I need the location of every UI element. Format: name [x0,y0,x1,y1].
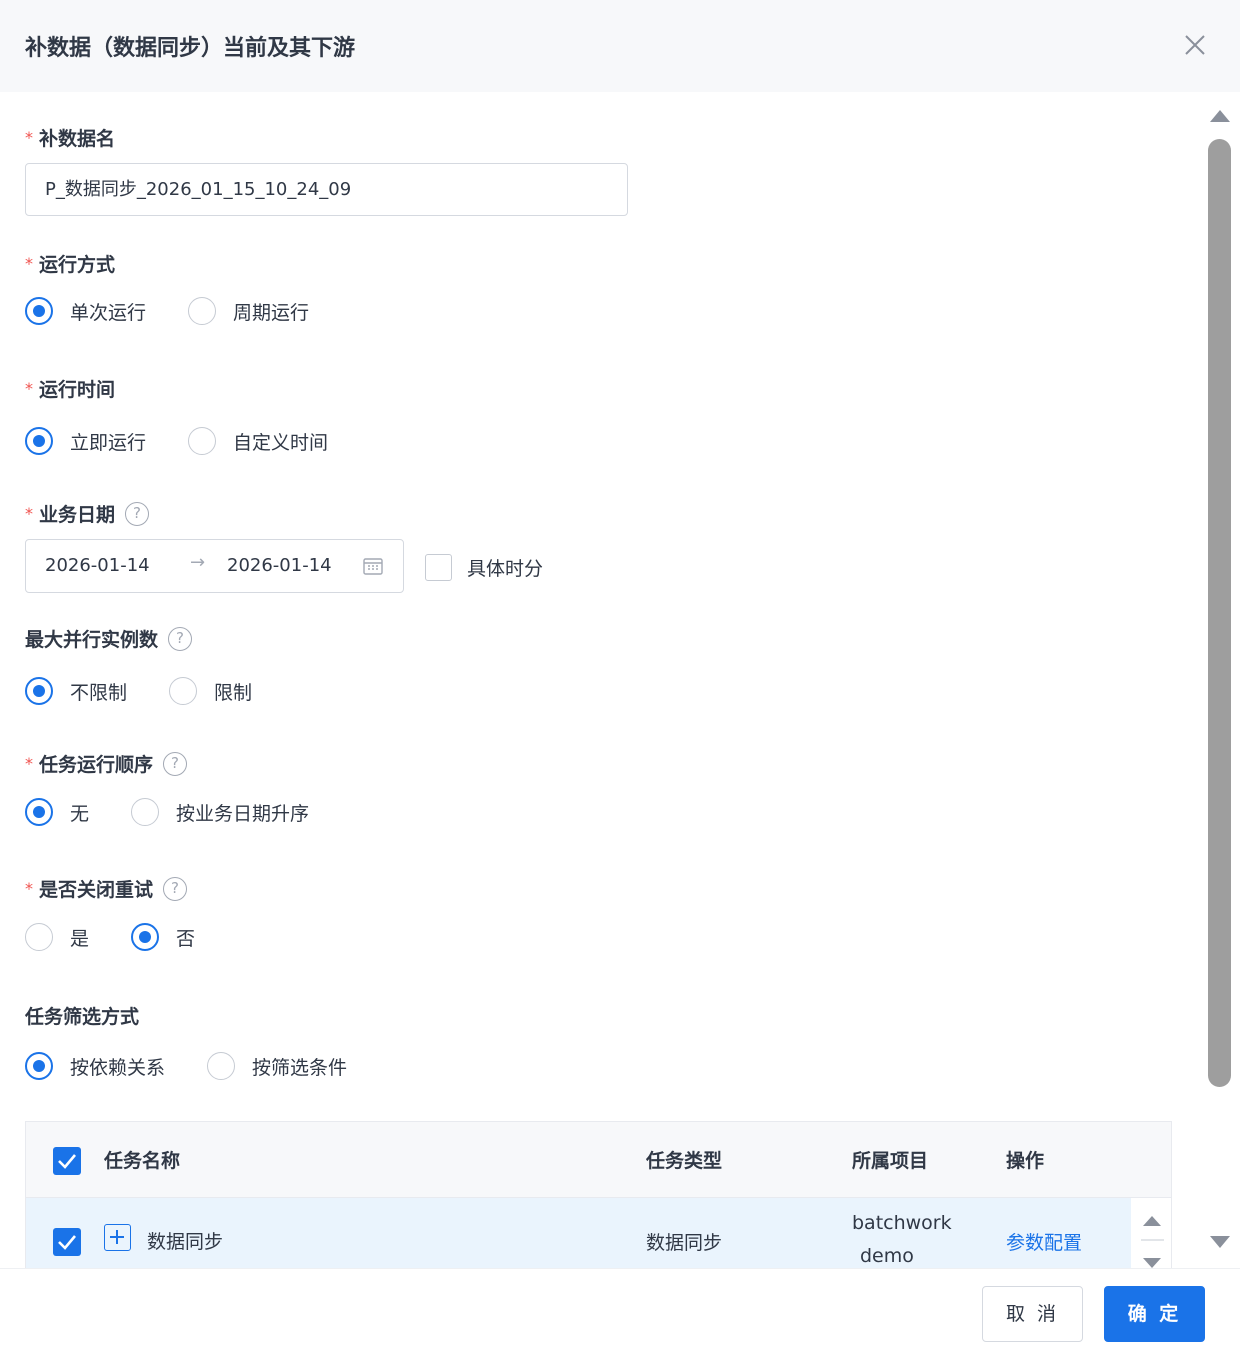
required-mark: * [25,254,33,273]
param-config-link[interactable]: 参数配置 [1006,1228,1082,1255]
filter-mode-label: 任务筛选方式 [25,1006,140,1028]
backfill-name-input[interactable]: P_数据同步_2026_01_15_10_24_09 [25,163,628,216]
table-header: 任务名称 任务类型 所属项目 操作 [26,1122,1171,1198]
scrollbar-thumb[interactable] [1208,139,1231,1087]
scroll-down-icon[interactable] [1208,1234,1232,1250]
calendar-icon[interactable] [363,557,383,575]
required-mark: * [25,128,33,147]
dialog-header: 补数据（数据同步）当前及其下游 [0,0,1240,92]
radio-limited[interactable]: 限制 [169,677,252,705]
dialog-footer: 取 消 确 定 [0,1268,1240,1358]
radio-run-now[interactable]: 立即运行 [25,427,146,455]
biz-date-range-picker[interactable]: 2026-01-14 → 2026-01-14 [25,539,404,593]
row-project-line2: demo [860,1245,914,1267]
radio-retry-no[interactable]: 否 [131,923,195,951]
radio-custom-time[interactable]: 自定义时间 [188,427,328,455]
close-icon[interactable] [1180,30,1210,60]
required-mark: * [25,879,33,898]
task-table: 任务名称 任务类型 所属项目 操作 数据同步 数据同步 batchwork de… [25,1121,1172,1268]
filter-mode-group: 按依赖关系 按筛选条件 [25,1052,347,1080]
biz-date-label: * 业务日期 ? [25,500,150,527]
run-time-label: * 运行时间 [25,379,116,401]
table-row[interactable]: 数据同步 数据同步 batchwork demo 参数配置 [26,1198,1131,1268]
range-start-date[interactable]: 2026-01-14 [45,555,150,576]
backfill-name-label: * 补数据名 [25,128,116,150]
close-retry-label: * 是否关闭重试 ? [25,875,188,902]
run-order-group: 无 按业务日期升序 [25,798,309,826]
max-parallel-group: 不限制 限制 [25,677,252,705]
row-task-name: 数据同步 [147,1231,224,1253]
radio-dot [25,677,53,705]
table-scrollbar[interactable] [1133,1198,1171,1268]
question-circle-icon[interactable]: ? [125,501,150,526]
radio-dot [188,297,217,325]
radio-order-by-date[interactable]: 按业务日期升序 [131,798,309,826]
radio-dot [25,1052,53,1080]
cancel-button[interactable]: 取 消 [982,1286,1083,1342]
check-icon [58,1235,76,1250]
radio-unlimited[interactable]: 不限制 [25,677,127,705]
radio-periodic-run[interactable]: 周期运行 [188,297,309,325]
radio-dot [25,798,53,826]
close-retry-group: 是 否 [25,923,195,951]
range-arrow-icon: → [190,552,206,573]
detail-time-checkbox[interactable]: 具体时分 [425,554,543,581]
run-mode-group: 单次运行 周期运行 [25,297,309,325]
run-mode-label: * 运行方式 [25,254,116,276]
radio-dot [25,427,53,455]
select-all-checkbox[interactable] [53,1147,81,1175]
run-time-group: 立即运行 自定义时间 [25,427,328,455]
row-task-type: 数据同步 [646,1232,723,1254]
radio-dot [207,1052,236,1080]
column-task-name[interactable]: 任务名称 [104,1146,180,1173]
dialog-scrollbar[interactable] [1200,92,1240,1268]
radio-single-run[interactable]: 单次运行 [25,297,146,325]
radio-dot [169,677,198,705]
backfill-dialog: 补数据（数据同步）当前及其下游 * 补数据名 P_数据同步_2026_01_15… [0,0,1240,1358]
run-order-label: * 任务运行顺序 ? [25,750,188,777]
radio-retry-yes[interactable]: 是 [25,923,89,951]
radio-order-none[interactable]: 无 [25,798,89,826]
row-project-line1: batchwork [852,1212,952,1234]
checkbox-box [425,554,452,581]
plus-square-icon[interactable] [104,1224,131,1251]
required-mark: * [25,379,33,398]
column-task-type[interactable]: 任务类型 [646,1146,722,1173]
required-mark: * [25,504,33,523]
question-circle-icon[interactable]: ? [168,626,193,651]
radio-dot [188,427,217,455]
column-project[interactable]: 所属项目 [852,1146,928,1173]
question-circle-icon[interactable]: ? [163,751,188,776]
required-mark: * [25,754,33,773]
dialog-title: 补数据（数据同步）当前及其下游 [25,36,356,61]
radio-filter-by-condition[interactable]: 按筛选条件 [207,1052,347,1080]
radio-dot [25,297,53,325]
radio-filter-by-dependency[interactable]: 按依赖关系 [25,1052,165,1080]
column-action: 操作 [1006,1150,1045,1172]
range-end-date[interactable]: 2026-01-14 [227,555,332,576]
check-icon [58,1154,76,1169]
max-parallel-label: 最大并行实例数 ? [25,625,193,652]
row-checkbox[interactable] [53,1228,81,1256]
question-circle-icon[interactable]: ? [163,876,188,901]
dialog-body: * 补数据名 P_数据同步_2026_01_15_10_24_09 * 运行方式… [0,92,1200,1268]
scroll-up-icon[interactable] [1208,108,1232,124]
radio-dot [131,798,160,826]
confirm-button[interactable]: 确 定 [1104,1286,1205,1342]
radio-dot [25,923,53,951]
radio-dot [131,923,160,951]
